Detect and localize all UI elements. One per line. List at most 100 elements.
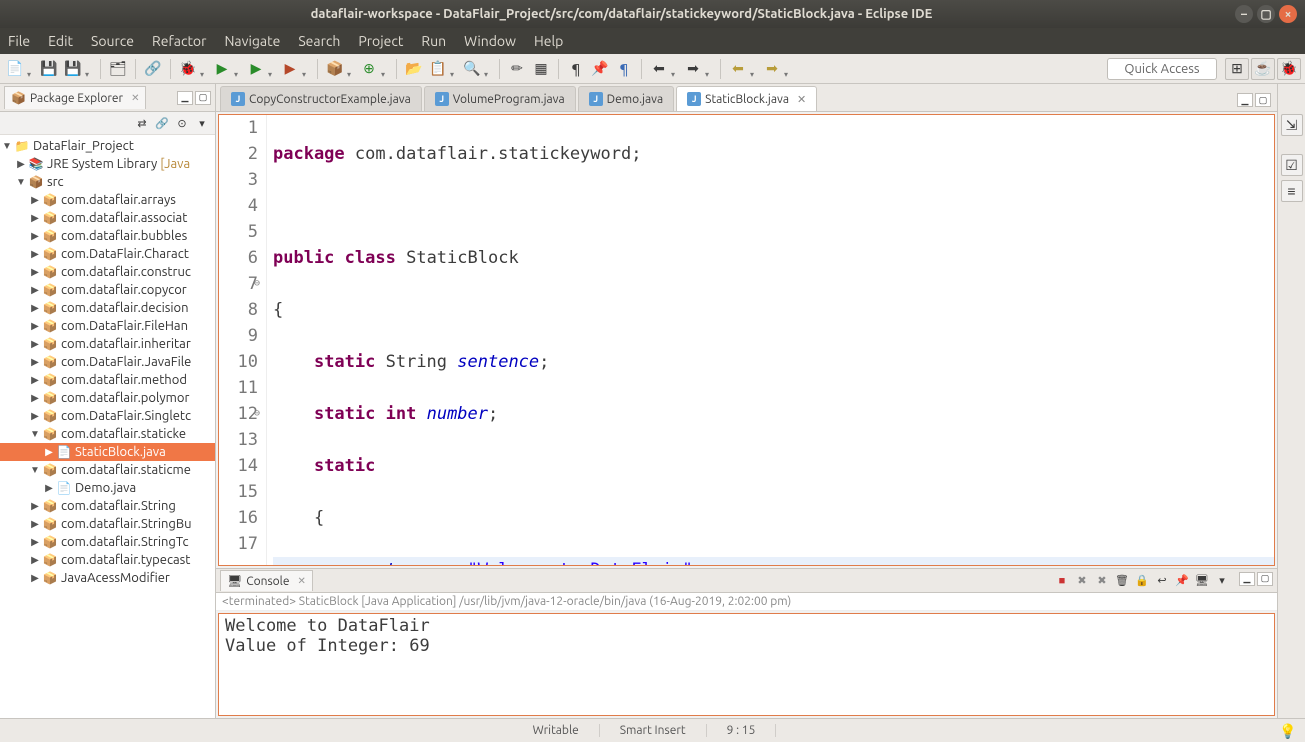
close-button[interactable]: × xyxy=(1279,5,1297,23)
console-tab[interactable]: 🖥 Console ✕ xyxy=(220,570,313,591)
java-perspective-button[interactable]: ☕ xyxy=(1251,58,1275,80)
task-list-button[interactable]: ☑ xyxy=(1281,154,1303,176)
tree-package[interactable]: ▶com.dataflair.inheritar xyxy=(0,335,215,353)
tree-file[interactable]: ▶Demo.java xyxy=(0,479,215,497)
search-button[interactable]: 🔍 xyxy=(461,58,483,80)
view-menu-button[interactable]: ▾ xyxy=(193,114,211,132)
editor-tab[interactable]: JVolumeProgram.java xyxy=(424,86,576,111)
clear-console-button[interactable]: 🗑 xyxy=(1113,572,1131,590)
maximize-console-button[interactable]: ▢ xyxy=(1257,572,1273,586)
outline-button[interactable]: ≡ xyxy=(1281,180,1303,202)
minimize-editor-button[interactable]: ▁ xyxy=(1237,93,1253,107)
package-explorer-tab[interactable]: 📦 Package Explorer ✕ xyxy=(4,86,146,109)
open-console-button[interactable]: ▾ xyxy=(1213,572,1231,590)
collapse-all-button[interactable]: ⇄ xyxy=(133,114,151,132)
debug-perspective-button[interactable]: 🐞 xyxy=(1277,58,1301,80)
save-button[interactable]: 💾 xyxy=(38,58,60,80)
tree-package[interactable]: ▶com.DataFlair.JavaFile xyxy=(0,353,215,371)
code-editor[interactable]: 123456 7⊖891011 12⊖1314151617 package co… xyxy=(218,114,1275,566)
tree-file-selected[interactable]: ▶StaticBlock.java xyxy=(0,443,215,461)
toggle-mark-button[interactable]: ✏ xyxy=(506,58,528,80)
menu-search[interactable]: Search xyxy=(298,33,340,49)
open-type-button[interactable]: 📂 xyxy=(403,58,425,80)
tree-package[interactable]: ▶com.dataflair.construc xyxy=(0,263,215,281)
restore-button[interactable]: ⇲ xyxy=(1281,114,1303,136)
code-area[interactable]: package com.dataflair.statickeyword; pub… xyxy=(267,115,1274,565)
console-output[interactable]: Welcome to DataFlair Value of Integer: 6… xyxy=(218,613,1275,716)
menu-project[interactable]: Project xyxy=(358,33,403,49)
tree-package[interactable]: ▶com.dataflair.StringTc xyxy=(0,533,215,551)
tip-icon[interactable]: 💡 xyxy=(1279,723,1295,739)
menu-source[interactable]: Source xyxy=(91,33,134,49)
tree-package[interactable]: ▼com.dataflair.staticme xyxy=(0,461,215,479)
minimize-button[interactable]: – xyxy=(1235,5,1253,23)
toggle-block-button[interactable]: ▦ xyxy=(530,58,552,80)
tree-project[interactable]: ▼DataFlair_Project xyxy=(0,137,215,155)
quick-access-input[interactable]: Quick Access xyxy=(1107,58,1217,80)
skip-breakpoints-button[interactable]: 🔗 xyxy=(142,58,164,80)
tree-package[interactable]: ▼com.dataflair.staticke xyxy=(0,425,215,443)
save-all-button[interactable]: 💾 xyxy=(62,58,84,80)
editor-tab[interactable]: JDemo.java xyxy=(578,86,674,111)
tree-package[interactable]: ▶com.dataflair.copycor xyxy=(0,281,215,299)
tree-package[interactable]: ▶com.dataflair.polymor xyxy=(0,389,215,407)
maximize-view-button[interactable]: ▢ xyxy=(195,91,211,105)
tree-package[interactable]: ▶com.dataflair.String xyxy=(0,497,215,515)
pin-button[interactable]: 📌 xyxy=(589,58,611,80)
menu-run[interactable]: Run xyxy=(421,33,446,49)
tree-package[interactable]: ▶JavaAcessModifier xyxy=(0,569,215,587)
external-tools-button[interactable]: ▶ xyxy=(279,58,301,80)
menu-help[interactable]: Help xyxy=(534,33,563,49)
new-button[interactable]: 📄 xyxy=(4,58,26,80)
new-class-button[interactable]: ⊕ xyxy=(358,58,380,80)
show-whitespace-button[interactable]: ¶ xyxy=(565,58,587,80)
maximize-editor-button[interactable]: ▢ xyxy=(1255,93,1271,107)
scroll-lock-button[interactable]: 🔒 xyxy=(1133,572,1151,590)
back-button[interactable]: ⬅ xyxy=(727,58,749,80)
menu-refactor[interactable]: Refactor xyxy=(152,33,206,49)
link-editor-button[interactable]: 🔗 xyxy=(153,114,171,132)
tree-package[interactable]: ▶com.DataFlair.FileHan xyxy=(0,317,215,335)
maximize-button[interactable]: ▢ xyxy=(1257,5,1275,23)
close-tab-icon[interactable]: ✕ xyxy=(797,93,806,106)
tree-package[interactable]: ▶com.dataflair.typecast xyxy=(0,551,215,569)
menu-file[interactable]: File xyxy=(8,33,30,49)
word-wrap-button[interactable]: ↩ xyxy=(1153,572,1171,590)
menu-window[interactable]: Window xyxy=(464,33,516,49)
tree-package[interactable]: ▶com.dataflair.arrays xyxy=(0,191,215,209)
editor-tab-active[interactable]: JStaticBlock.java✕ xyxy=(676,86,817,111)
tree-jre[interactable]: ▶JRE System Library [Java xyxy=(0,155,215,173)
tree-package[interactable]: ▶com.DataFlair.Charact xyxy=(0,245,215,263)
annotation-prev-button[interactable]: ⬅ xyxy=(648,58,670,80)
tree-package[interactable]: ▶com.dataflair.associat xyxy=(0,209,215,227)
tree-src[interactable]: ▼src xyxy=(0,173,215,191)
minimize-view-button[interactable]: ▁ xyxy=(177,91,193,105)
menu-edit[interactable]: Edit xyxy=(48,33,73,49)
type-hierarchy-button[interactable]: 📋 xyxy=(427,58,449,80)
editor-tab[interactable]: JCopyConstructorExample.java xyxy=(220,86,422,111)
terminate-button[interactable]: ■ xyxy=(1053,572,1071,590)
close-icon[interactable]: ✕ xyxy=(297,575,305,587)
tree-package[interactable]: ▶com.dataflair.bubbles xyxy=(0,227,215,245)
paragraph-button[interactable]: ¶ xyxy=(613,58,635,80)
open-perspective-button[interactable]: ⊞ xyxy=(1225,58,1249,80)
tree-package[interactable]: ▶com.DataFlair.Singletc xyxy=(0,407,215,425)
new-package-button[interactable]: 📦 xyxy=(324,58,346,80)
toggle-breadcrumb-button[interactable]: 🗂 xyxy=(107,58,129,80)
debug-button[interactable]: 🐞 xyxy=(177,58,199,80)
tree-package[interactable]: ▶com.dataflair.decision xyxy=(0,299,215,317)
annotation-next-button[interactable]: ➡ xyxy=(682,58,704,80)
minimize-console-button[interactable]: ▁ xyxy=(1239,572,1255,586)
focus-button[interactable]: ⊙ xyxy=(173,114,191,132)
package-tree[interactable]: ▼DataFlair_Project ▶JRE System Library [… xyxy=(0,135,215,718)
remove-launch-button[interactable]: ✖ xyxy=(1073,572,1091,590)
coverage-button[interactable]: ▶ xyxy=(245,58,267,80)
run-button[interactable]: ▶ xyxy=(211,58,233,80)
remove-all-button[interactable]: ✖ xyxy=(1093,572,1111,590)
forward-button[interactable]: ➡ xyxy=(761,58,783,80)
pin-console-button[interactable]: 📌 xyxy=(1173,572,1191,590)
close-icon[interactable]: ✕ xyxy=(131,92,139,104)
tree-package[interactable]: ▶com.dataflair.method xyxy=(0,371,215,389)
tree-package[interactable]: ▶com.dataflair.StringBu xyxy=(0,515,215,533)
display-console-button[interactable]: 🖥 xyxy=(1193,572,1211,590)
